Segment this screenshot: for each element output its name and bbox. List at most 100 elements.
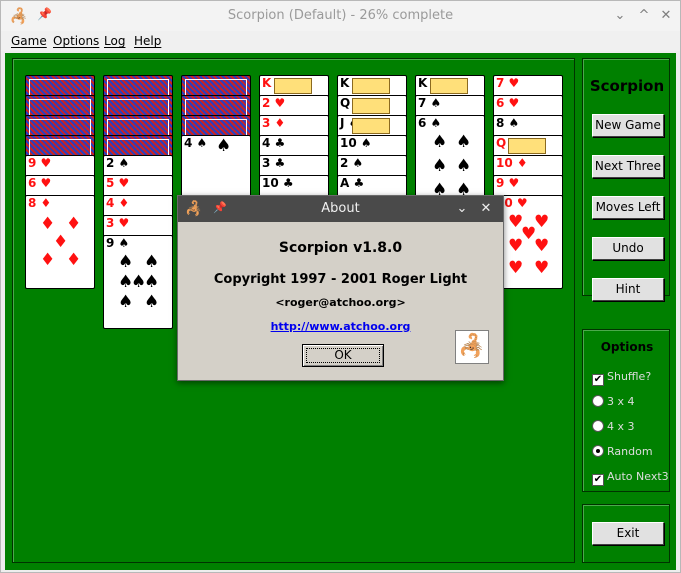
main-window: 🦂 📌 Scorpion (Default) - 26% complete ⌄ … bbox=[0, 0, 681, 573]
option-label: 3 x 4 bbox=[607, 395, 635, 408]
face-card-art bbox=[274, 78, 312, 94]
spade-icon: ♠ bbox=[118, 252, 134, 272]
card[interactable]: 9 ♠ ♠ ♠ ♠ ♠ ♠ ♠ ♠ bbox=[103, 235, 173, 329]
menu-help[interactable]: Help bbox=[134, 33, 161, 49]
diamond-icon: ♦ bbox=[66, 214, 82, 234]
card-label: 9 ♥ bbox=[28, 156, 52, 170]
option-label: Random bbox=[607, 445, 653, 458]
title-bar[interactable]: 🦂 📌 Scorpion (Default) - 26% complete ⌄ … bbox=[1, 1, 680, 31]
exit-panel: Exit bbox=[582, 504, 670, 563]
card-label: 9 ♠ bbox=[106, 236, 130, 250]
card-label: 7 ♥ bbox=[496, 76, 520, 90]
face-card-art bbox=[352, 118, 390, 134]
menu-log[interactable]: Log bbox=[104, 33, 125, 49]
card-label: 9 ♥ bbox=[496, 176, 520, 190]
face-card-art bbox=[508, 138, 546, 154]
diamond-icon: ♦ bbox=[40, 250, 56, 270]
card-label: 2 ♥ bbox=[262, 96, 286, 110]
undo-button[interactable]: Undo bbox=[592, 237, 664, 260]
dialog-body: Scorpion v1.8.0 Copyright 1997 - 2001 Ro… bbox=[180, 222, 501, 378]
scorpion-icon: 🦂 bbox=[455, 330, 489, 364]
options-title: Options bbox=[600, 340, 654, 354]
layout-4x3-option[interactable]: 4 x 3 bbox=[592, 420, 635, 434]
heart-icon: ♥ bbox=[508, 258, 524, 278]
menu-game[interactable]: Game bbox=[11, 33, 47, 49]
card-label: 6 ♥ bbox=[496, 96, 520, 110]
next-three-button[interactable]: Next Three bbox=[592, 155, 664, 178]
diamond-icon: ♦ bbox=[66, 250, 82, 270]
spade-icon: ♠ bbox=[144, 272, 160, 292]
game-title: Scorpion bbox=[589, 77, 665, 95]
option-label: Shuffle? bbox=[607, 370, 652, 383]
game-controls-panel: Scorpion New Game Next Three Moves Left … bbox=[582, 58, 670, 301]
dialog-title-bar[interactable]: 🦂 📌 About ⌄ ✕ bbox=[178, 196, 503, 222]
ok-button[interactable]: OK bbox=[302, 344, 384, 367]
card-label: 2 ♠ bbox=[106, 156, 130, 170]
option-label: Auto Next3 bbox=[607, 470, 669, 483]
dialog-minimize-button[interactable]: ⌄ bbox=[453, 200, 471, 218]
face-card-art bbox=[430, 78, 468, 94]
card-label: 5 ♥ bbox=[106, 176, 130, 190]
hint-button[interactable]: Hint bbox=[592, 278, 664, 301]
shuffle-option[interactable]: ✔ Shuffle? bbox=[592, 370, 651, 386]
card-label: 3 ♥ bbox=[106, 216, 130, 230]
diamond-icon: ♦ bbox=[40, 214, 56, 234]
about-version: Scorpion v1.8.0 bbox=[278, 240, 403, 256]
radio-icon[interactable] bbox=[592, 395, 604, 407]
spade-icon: ♠ bbox=[432, 156, 448, 176]
random-option[interactable]: Random bbox=[592, 445, 653, 459]
card-label: 2 ♠ bbox=[340, 156, 364, 170]
spade-icon: ♠ bbox=[432, 132, 448, 152]
about-email: <roger@atchoo.org> bbox=[275, 296, 406, 309]
card-label: 8 ♠ bbox=[496, 116, 520, 130]
card-label: 10 ♣ bbox=[262, 176, 294, 190]
window-title: Scorpion (Default) - 26% complete bbox=[227, 8, 454, 23]
card-label: 4 ♦ bbox=[106, 196, 130, 210]
layout-3x4-option[interactable]: 3 x 4 bbox=[592, 395, 635, 409]
card-label: 4 ♠ bbox=[184, 136, 208, 150]
spade-icon: ♠ bbox=[144, 292, 160, 312]
spade-icon: ♠ bbox=[144, 252, 160, 272]
dialog-close-button[interactable]: ✕ bbox=[477, 200, 495, 218]
heart-icon: ♥ bbox=[534, 258, 550, 278]
card[interactable]: 8 ♦ ♦ ♦ ♦ ♦ ♦ bbox=[25, 195, 95, 289]
radio-selected-icon[interactable] bbox=[592, 445, 604, 457]
radio-icon[interactable] bbox=[592, 420, 604, 432]
card-label: 3 ♣ bbox=[262, 156, 286, 170]
exit-button[interactable]: Exit bbox=[592, 522, 664, 545]
about-url-link[interactable]: http://www.atchoo.org bbox=[180, 320, 501, 333]
face-card-art bbox=[352, 98, 390, 114]
spade-icon: ♠ bbox=[456, 132, 472, 152]
card-label: 7 ♠ bbox=[418, 96, 442, 110]
checkbox-checked-icon[interactable]: ✔ bbox=[592, 474, 604, 486]
option-label: 4 x 3 bbox=[607, 420, 635, 433]
new-game-button[interactable]: New Game bbox=[592, 114, 664, 137]
spade-icon: ♠ bbox=[118, 292, 134, 312]
card-label: A ♣ bbox=[340, 176, 365, 190]
close-button[interactable]: ✕ bbox=[657, 7, 675, 25]
about-copyright: Copyright 1997 - 2001 Roger Light bbox=[213, 272, 468, 287]
menu-bar: Game Options Log Help bbox=[1, 31, 680, 51]
card-label: 6 ♥ bbox=[28, 176, 52, 190]
face-card-art bbox=[352, 78, 390, 94]
card-label: 6 ♠ bbox=[418, 116, 442, 130]
diamond-icon: ♦ bbox=[53, 232, 69, 252]
spade-icon: ♠ bbox=[216, 136, 232, 156]
auto-next3-option[interactable]: ✔ Auto Next3 bbox=[592, 470, 669, 486]
card-label: 8 ♦ bbox=[28, 196, 52, 210]
card-label: 4 ♣ bbox=[262, 136, 286, 150]
checkbox-checked-icon[interactable]: ✔ bbox=[592, 374, 604, 386]
moves-left-button[interactable]: Moves Left bbox=[592, 196, 664, 219]
card-label: 10 ♦ bbox=[496, 156, 528, 170]
about-dialog: 🦂 📌 About ⌄ ✕ Scorpion v1.8.0 Copyright … bbox=[177, 195, 504, 381]
options-panel: Options ✔ Shuffle? 3 x 4 4 x 3 Random ✔ Au… bbox=[582, 329, 670, 492]
heart-icon: ♥ bbox=[534, 212, 550, 232]
spade-icon: ♠ bbox=[456, 156, 472, 176]
card-label: 3 ♦ bbox=[262, 116, 286, 130]
maximize-button[interactable]: ^ bbox=[635, 7, 653, 25]
heart-icon: ♥ bbox=[534, 236, 550, 256]
minimize-button[interactable]: ⌄ bbox=[611, 7, 629, 25]
heart-icon: ♥ bbox=[508, 236, 524, 256]
menu-options[interactable]: Options bbox=[53, 33, 99, 49]
card-label: 10 ♠ bbox=[340, 136, 372, 150]
